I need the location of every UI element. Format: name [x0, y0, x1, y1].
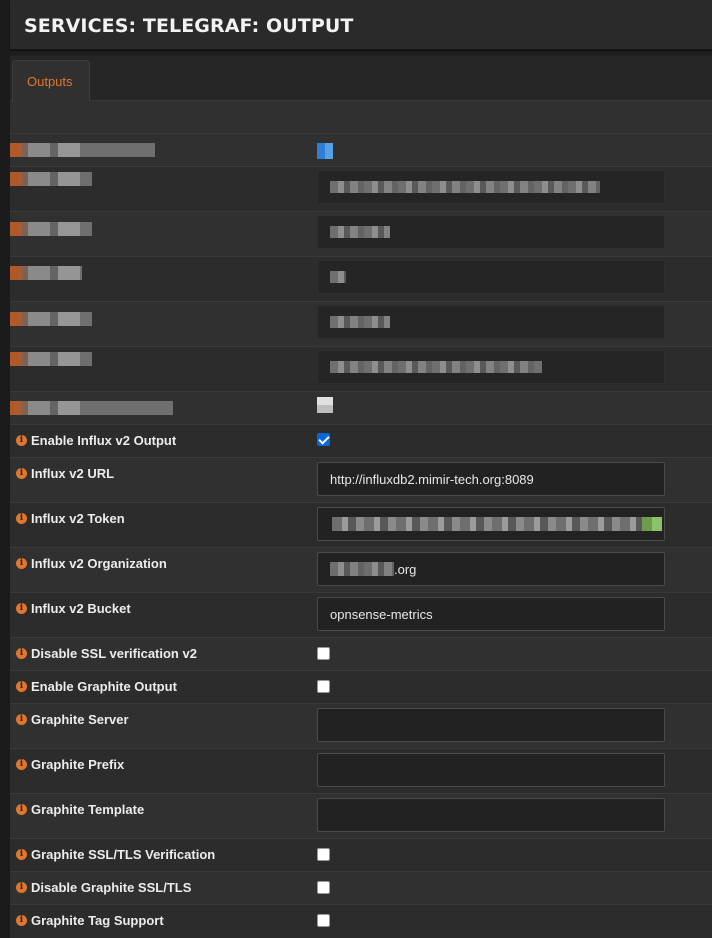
graphite-server-input[interactable]	[317, 708, 665, 742]
tab-outputs[interactable]: Outputs	[12, 60, 90, 101]
form-row-obscured-4	[10, 257, 712, 302]
graphite-ssl-verification-label: i Graphite SSL/TLS Verification	[16, 847, 215, 862]
form-row-obscured-5	[10, 302, 712, 347]
disable-graphite-ssl-checkbox[interactable]	[317, 881, 330, 894]
form-row-obscured-7	[10, 392, 712, 425]
form-row-disable-graphite-ssl: i Disable Graphite SSL/TLS	[10, 872, 712, 905]
form-row-influx-v2-org: i Influx v2 Organization .org	[10, 548, 712, 593]
page-title: SERVICES: TELEGRAF: OUTPUT	[24, 15, 354, 37]
settings-form: i Enable Influx v2 Output i Influx v2 UR…	[10, 101, 712, 938]
graphite-server-label: i Graphite Server	[16, 712, 129, 727]
obscured-value	[330, 361, 542, 373]
form-row-obscured-6	[10, 347, 712, 392]
form-row-disable-ssl-v2: i Disable SSL verification v2	[10, 638, 712, 671]
form-row-influx-v2-url: i Influx v2 URL http://influxdb2.mimir-t…	[10, 458, 712, 503]
info-icon[interactable]: i	[16, 849, 27, 860]
obscured-value	[330, 226, 390, 238]
disable-graphite-ssl-label: i Disable Graphite SSL/TLS	[16, 880, 191, 895]
enable-influx-v2-label: i Enable Influx v2 Output	[16, 433, 176, 448]
form-row-enable-graphite: i Enable Graphite Output	[10, 671, 712, 704]
obscured-input[interactable]	[317, 350, 665, 384]
form-row-obscured-2	[10, 167, 712, 212]
enable-graphite-label: i Enable Graphite Output	[16, 679, 177, 694]
obscured-label	[10, 352, 92, 366]
obscured-label	[10, 143, 155, 157]
form-row-graphite-prefix: i Graphite Prefix	[10, 749, 712, 794]
influx-v2-url-label: i Influx v2 URL	[16, 466, 114, 481]
info-icon[interactable]: i	[16, 603, 27, 614]
info-icon[interactable]: i	[16, 468, 27, 479]
graphite-prefix-label: i Graphite Prefix	[16, 757, 124, 772]
info-icon[interactable]: i	[16, 714, 27, 725]
obscured-value	[330, 316, 390, 328]
graphite-prefix-input[interactable]	[317, 753, 665, 787]
form-row-influx-v2-bucket: i Influx v2 Bucket opnsense-metrics	[10, 593, 712, 638]
obscured-input[interactable]	[317, 260, 665, 294]
form-row-enable-influx-v2: i Enable Influx v2 Output	[10, 425, 712, 458]
info-icon[interactable]: i	[16, 804, 27, 815]
influx-v2-org-input[interactable]: .org	[317, 552, 665, 586]
obscured-input[interactable]	[317, 170, 665, 204]
disable-ssl-v2-label: i Disable SSL verification v2	[16, 646, 197, 661]
info-icon[interactable]: i	[16, 759, 27, 770]
obscured-label	[10, 312, 92, 326]
form-row-obscured-3	[10, 212, 712, 257]
form-row-graphite-template: i Graphite Template	[10, 794, 712, 839]
page-header: SERVICES: TELEGRAF: OUTPUT	[10, 0, 712, 50]
form-row-obscured-header	[10, 101, 712, 134]
influx-v2-url-input[interactable]: http://influxdb2.mimir-tech.org:8089	[317, 462, 665, 496]
form-row-obscured-1	[10, 134, 712, 167]
obscured-token-tail	[642, 517, 662, 531]
info-icon[interactable]: i	[16, 435, 27, 446]
graphite-template-input[interactable]	[317, 798, 665, 832]
graphite-template-label: i Graphite Template	[16, 802, 144, 817]
obscured-label	[10, 172, 92, 186]
obscured-label	[10, 222, 92, 236]
obscured-value	[330, 271, 346, 283]
influx-v2-token-input[interactable]	[317, 507, 665, 541]
left-gutter	[0, 0, 10, 938]
info-icon[interactable]: i	[16, 513, 27, 524]
obscured-label	[10, 266, 82, 280]
influx-v2-bucket-label: i Influx v2 Bucket	[16, 601, 131, 616]
influx-v2-bucket-input[interactable]: opnsense-metrics	[317, 597, 665, 631]
obscured-input[interactable]	[317, 305, 665, 339]
graphite-tag-support-checkbox[interactable]	[317, 914, 330, 927]
obscured-token-value	[332, 517, 642, 531]
obscured-input[interactable]	[317, 215, 665, 249]
info-icon[interactable]: i	[16, 915, 27, 926]
form-row-graphite-server: i Graphite Server	[10, 704, 712, 749]
obscured-value	[330, 181, 600, 193]
form-row-influx-v2-token: i Influx v2 Token	[10, 503, 712, 548]
disable-ssl-v2-checkbox[interactable]	[317, 647, 330, 660]
info-icon[interactable]: i	[16, 648, 27, 659]
form-row-graphite-ssl-verification: i Graphite SSL/TLS Verification	[10, 839, 712, 872]
obscured-checkbox[interactable]	[317, 397, 333, 413]
tab-bar: Outputs	[10, 56, 712, 101]
enable-influx-v2-checkbox[interactable]	[317, 433, 330, 446]
influx-v2-org-label: i Influx v2 Organization	[16, 556, 167, 571]
info-icon[interactable]: i	[16, 882, 27, 893]
form-row-graphite-tag-support: i Graphite Tag Support	[10, 905, 712, 938]
obscured-org-prefix	[330, 562, 394, 576]
tab-outputs-label: Outputs	[27, 74, 73, 89]
influx-v2-token-label: i Influx v2 Token	[16, 511, 125, 526]
enable-graphite-checkbox[interactable]	[317, 680, 330, 693]
info-icon[interactable]: i	[16, 558, 27, 569]
graphite-ssl-verification-checkbox[interactable]	[317, 848, 330, 861]
obscured-label	[10, 401, 173, 415]
graphite-tag-support-label: i Graphite Tag Support	[16, 913, 164, 928]
obscured-checkbox[interactable]	[317, 143, 333, 159]
info-icon[interactable]: i	[16, 681, 27, 692]
